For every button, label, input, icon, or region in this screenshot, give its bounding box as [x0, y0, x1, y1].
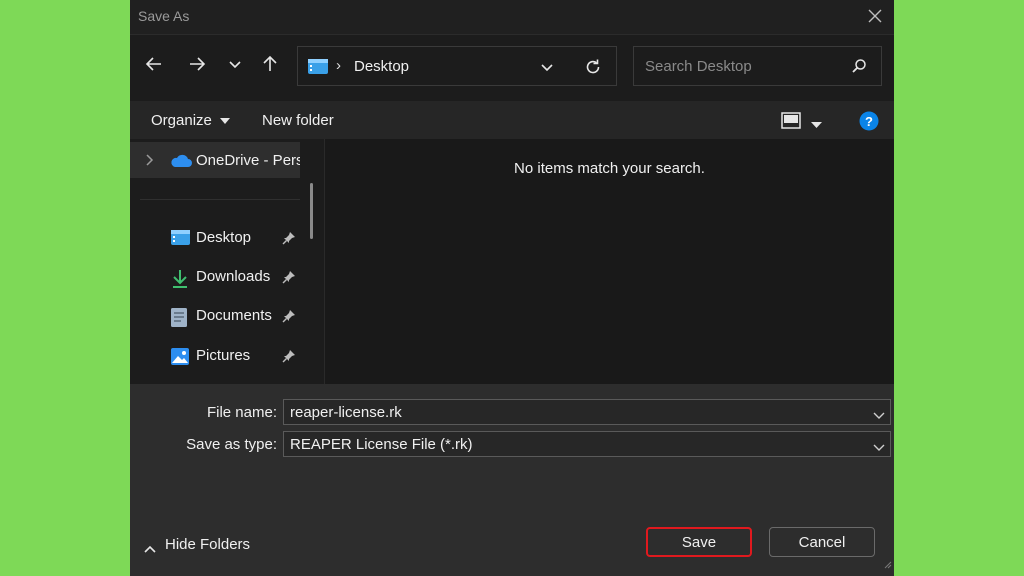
chevron-right-icon[interactable] — [144, 153, 154, 172]
hide-folders-label: Hide Folders — [165, 536, 251, 553]
sidebar-item-downloads[interactable]: Downloads — [130, 260, 310, 296]
chevron-down-icon[interactable] — [873, 439, 885, 457]
address-bar[interactable]: › Desktop — [297, 46, 617, 86]
save-options-panel: File name: reaper-license.rk Save as typ… — [130, 384, 894, 576]
sidebar-item-label: Documents — [196, 307, 272, 324]
save-as-type-value: REAPER License File (*.rk) — [290, 436, 473, 453]
sidebar-item-onedrive[interactable]: OneDrive - Personal — [130, 142, 300, 178]
arrow-up-icon[interactable] — [259, 53, 281, 75]
view-options-icon[interactable] — [781, 112, 801, 134]
sidebar-item-desktop[interactable]: Desktop — [130, 221, 310, 257]
pictures-icon — [171, 348, 189, 370]
caret-down-icon — [220, 118, 231, 125]
title-bar: Save As — [130, 0, 894, 35]
desktop-folder-icon — [308, 59, 328, 79]
cancel-button[interactable]: Cancel — [769, 527, 875, 557]
sidebar-item-pictures[interactable]: Pictures — [130, 339, 310, 375]
desktop-folder-icon — [171, 230, 190, 250]
sidebar-item-label: Downloads — [196, 268, 271, 285]
divider — [140, 199, 300, 200]
window-title: Save As — [138, 8, 190, 24]
sidebar-item-label: OneDrive - Personal — [196, 152, 300, 169]
pin-icon — [282, 349, 296, 368]
cloud-icon — [170, 154, 192, 173]
pin-icon — [282, 231, 296, 250]
arrow-right-icon[interactable] — [186, 53, 208, 75]
breadcrumb-separator: › — [336, 57, 341, 74]
breadcrumb-desktop[interactable]: Desktop — [354, 58, 409, 75]
download-icon — [171, 269, 189, 293]
new-folder-button[interactable]: New folder — [262, 112, 334, 129]
sidebar-item-documents[interactable]: Documents — [130, 299, 310, 335]
svg-text:?: ? — [865, 114, 873, 129]
chevron-up-icon — [144, 541, 156, 559]
caret-down-icon[interactable] — [811, 116, 822, 134]
file-name-value[interactable]: reaper-license.rk — [290, 404, 402, 421]
organize-button[interactable]: Organize — [151, 112, 231, 129]
content-area: OneDrive - Personal Desktop Downloads — [130, 139, 894, 384]
arrow-left-icon[interactable] — [143, 53, 165, 75]
scrollbar[interactable] — [310, 183, 313, 239]
search-input[interactable]: Search Desktop — [645, 58, 752, 75]
document-icon — [171, 308, 187, 332]
close-icon[interactable] — [864, 5, 886, 27]
sidebar-item-label: Pictures — [196, 347, 251, 364]
empty-results-message: No items match your search. — [514, 160, 705, 177]
save-button[interactable]: Save — [646, 527, 752, 557]
command-toolbar: Organize New folder ? — [130, 101, 894, 139]
pin-icon — [282, 270, 296, 289]
chevron-down-icon[interactable] — [540, 60, 554, 79]
save-as-type-select[interactable]: REAPER License File (*.rk) — [283, 431, 891, 457]
chevron-down-icon[interactable] — [873, 407, 885, 425]
save-as-dialog: Save As › Desktop Search Desktop Organiz… — [130, 0, 894, 576]
resize-grip-icon[interactable] — [882, 556, 892, 574]
file-name-label: File name: — [206, 404, 277, 421]
help-icon[interactable]: ? — [859, 111, 879, 136]
save-as-type-label: Save as type: — [186, 436, 277, 453]
file-name-field[interactable]: reaper-license.rk — [283, 399, 891, 425]
navigation-bar: › Desktop Search Desktop — [130, 35, 894, 101]
search-icon[interactable] — [851, 58, 867, 79]
navigation-pane: OneDrive - Personal Desktop Downloads — [130, 139, 324, 384]
chevron-down-icon[interactable] — [224, 53, 246, 75]
sidebar-item-label: Desktop — [196, 229, 252, 246]
organize-label: Organize — [151, 112, 212, 129]
refresh-icon[interactable] — [584, 58, 602, 81]
search-box[interactable]: Search Desktop — [633, 46, 882, 86]
pin-icon — [282, 309, 296, 328]
